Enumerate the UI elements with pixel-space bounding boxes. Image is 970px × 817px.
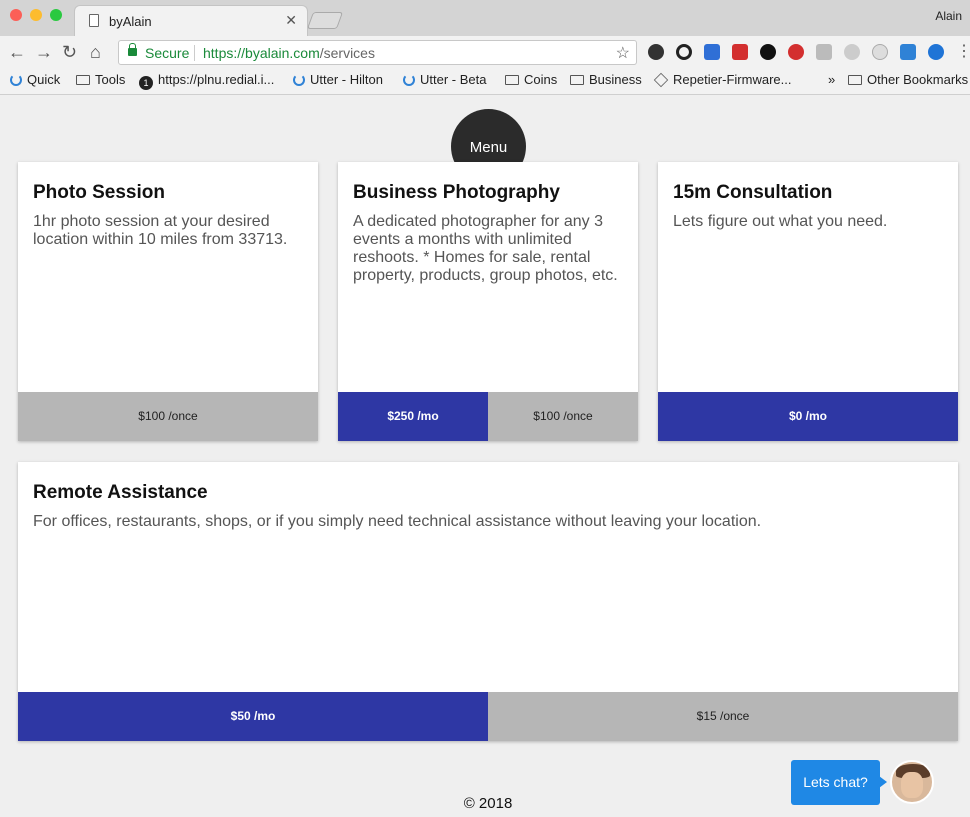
folder-icon <box>570 75 584 85</box>
bookmark-label: Quick <box>27 72 61 87</box>
power-icon <box>10 74 22 86</box>
price-button[interactable]: $250 /mo <box>338 392 488 441</box>
bookmark-utter-beta[interactable]: Utter - Beta <box>403 72 486 87</box>
extension-grammarly-icon[interactable] <box>816 44 832 60</box>
bookmark-business[interactable]: Business <box>570 72 642 87</box>
document-icon <box>89 14 99 27</box>
bookmark-label: Utter - Hilton <box>310 72 383 87</box>
service-card-consultation: 15m Consultation Lets figure out what yo… <box>658 162 958 441</box>
tab-title: byAlain <box>109 14 152 29</box>
url-host: byalain.com <box>245 45 320 61</box>
service-card-photo-session: Photo Session 1hr photo session at your … <box>18 162 318 441</box>
bookmark-label: Repetier-Firmware... <box>673 72 792 87</box>
address-bar[interactable]: Secure https://byalain.com/services ☆ <box>118 40 637 65</box>
service-description: A dedicated photographer for any 3 event… <box>353 213 618 284</box>
back-icon[interactable]: ← <box>8 42 26 62</box>
price-button[interactable]: $50 /mo <box>18 692 488 741</box>
bookmark-label: Business <box>589 72 642 87</box>
tab-close-icon[interactable]: ✕ <box>285 12 297 29</box>
url-scheme: https:// <box>203 45 246 61</box>
price-button[interactable]: $15 /once <box>488 692 958 741</box>
extension-blocker-icon[interactable] <box>788 44 804 60</box>
extension-lastpass-icon[interactable] <box>732 44 748 60</box>
service-title: Remote Assistance <box>33 482 208 503</box>
service-description: Lets figure out what you need. <box>673 213 888 230</box>
power-icon <box>403 74 415 86</box>
toolbar: ← → ↻ ⌂ Secure https://byalain.com/servi… <box>0 36 970 68</box>
maximize-window-button[interactable] <box>50 9 62 21</box>
lock-icon <box>128 43 137 56</box>
extension-sync-icon[interactable] <box>676 44 692 60</box>
chat-button[interactable]: Lets chat? <box>791 760 880 805</box>
service-card-remote-assistance: Remote Assistance For offices, restauran… <box>18 462 958 741</box>
bookmark-utter-hilton[interactable]: Utter - Hilton <box>293 72 383 87</box>
new-tab-button[interactable] <box>306 12 344 29</box>
secure-label: Secure <box>145 45 190 61</box>
bookmarks-bar: Quick Tools 1 https://plnu.redial.i... Ut… <box>0 68 970 95</box>
bookmark-quick[interactable]: Quick <box>10 72 60 87</box>
extension-palette-icon[interactable] <box>648 44 664 60</box>
url-text[interactable]: https://byalain.com/services <box>203 45 375 61</box>
close-window-button[interactable] <box>10 9 22 21</box>
extension-gray-icon[interactable] <box>844 44 860 60</box>
tab-byalain[interactable]: byAlain ✕ <box>74 5 308 36</box>
cube-icon <box>653 72 669 88</box>
avatar-face <box>901 772 923 798</box>
profile-name[interactable]: Alain <box>935 9 962 23</box>
onepassword-icon: 1 <box>139 76 153 90</box>
extension-circle-icon[interactable] <box>872 44 888 60</box>
url-path: /services <box>319 45 375 61</box>
extension-onepassword-icon[interactable] <box>760 44 776 60</box>
menu-label[interactable]: Menu <box>451 139 526 156</box>
bookmark-label: Other Bookmarks <box>867 72 969 87</box>
bookmark-label: Tools <box>95 72 126 87</box>
folder-icon <box>76 75 90 85</box>
tab-bar: byAlain ✕ Alain <box>0 0 970 36</box>
forward-icon[interactable]: → <box>35 42 53 62</box>
divider <box>194 45 195 61</box>
bookmark-plnu[interactable]: 1 https://plnu.redial.i... <box>139 72 274 90</box>
bookmark-label: https://plnu.redial.i... <box>158 72 275 87</box>
bookmark-repetier[interactable]: Repetier-Firmware... <box>653 72 792 88</box>
bookmark-label: Coins <box>524 72 558 87</box>
extension-grid-icon[interactable] <box>704 44 720 60</box>
more-menu-icon[interactable]: ⋮ <box>956 42 970 62</box>
power-icon <box>293 74 305 86</box>
price-button[interactable]: $100 /once <box>18 392 318 441</box>
reload-icon[interactable]: ↻ <box>62 42 77 62</box>
bookmarks-overflow-button[interactable]: » <box>828 72 835 87</box>
bookmark-tools[interactable]: Tools <box>76 72 125 87</box>
service-title: 15m Consultation <box>673 182 833 203</box>
avatar[interactable] <box>890 760 934 804</box>
price-button[interactable]: $100 /once <box>488 392 638 441</box>
service-title: Photo Session <box>33 182 165 203</box>
service-title: Business Photography <box>353 182 560 203</box>
service-description: 1hr photo session at your desired locati… <box>33 213 288 248</box>
service-card-business-photography: Business Photography A dedicated photogr… <box>338 162 638 441</box>
home-icon[interactable]: ⌂ <box>90 42 101 62</box>
bookmark-label: Utter - Beta <box>420 72 487 87</box>
price-button[interactable]: $0 /mo <box>658 392 958 441</box>
browser-chrome: byAlain ✕ Alain ← → ↻ ⌂ Secure https://b… <box>0 0 970 95</box>
minimize-window-button[interactable] <box>30 9 42 21</box>
folder-icon <box>505 75 519 85</box>
extension-network-icon[interactable] <box>900 44 916 60</box>
extension-b-icon[interactable] <box>928 44 944 60</box>
bookmark-coins[interactable]: Coins <box>505 72 557 87</box>
service-description: For offices, restaurants, shops, or if y… <box>33 513 762 530</box>
bookmark-other[interactable]: Other Bookmarks <box>848 72 968 87</box>
chat-bubble-tail <box>879 776 887 788</box>
folder-icon <box>848 75 862 85</box>
bookmark-star-icon[interactable]: ☆ <box>616 43 630 63</box>
